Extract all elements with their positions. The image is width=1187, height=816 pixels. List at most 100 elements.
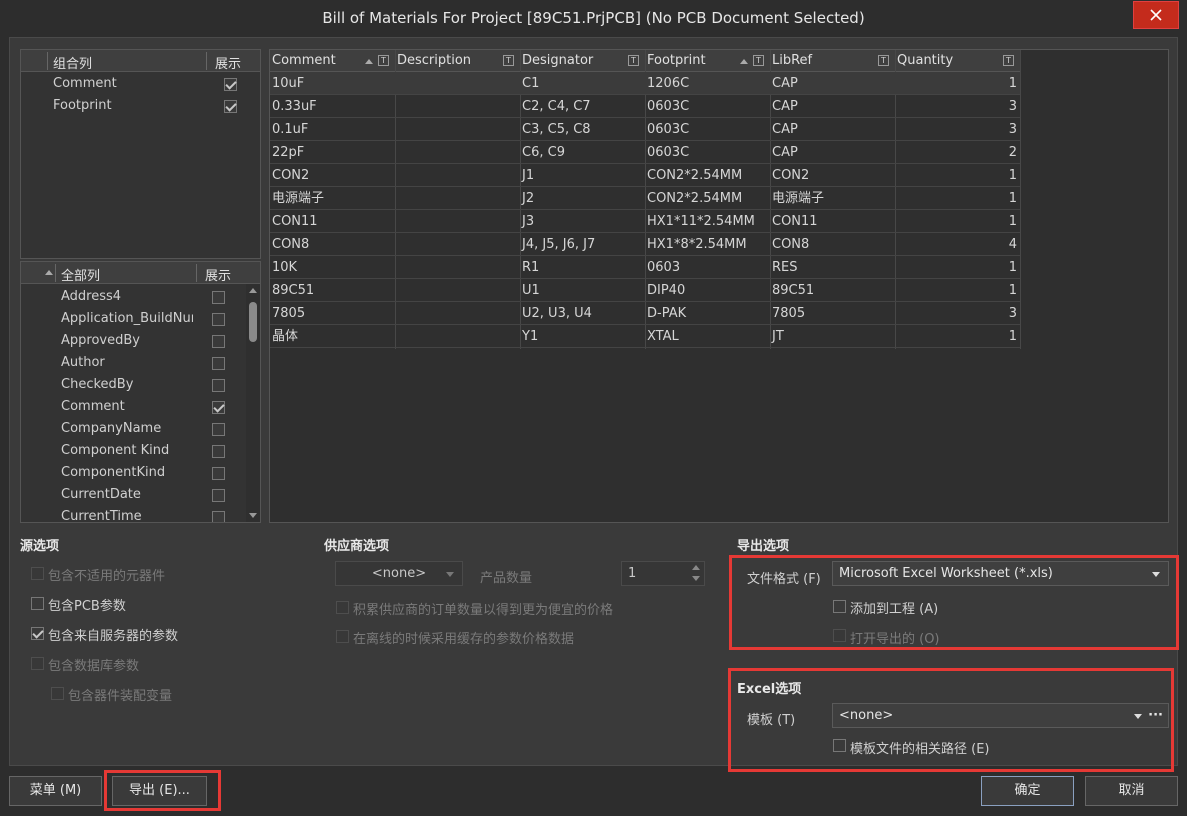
- cell-quantity: 1: [1008, 76, 1017, 91]
- include-variants-checkbox[interactable]: [51, 687, 64, 700]
- cancel-button[interactable]: 取消: [1085, 776, 1178, 806]
- all-item-label: Comment: [61, 399, 125, 414]
- table-row[interactable]: 10uF C1 1206C CAP 1: [270, 72, 1020, 95]
- table-row[interactable]: 22pF C6, C9 0603C CAP 2: [270, 141, 1020, 164]
- supplier-combo-value: <none>: [371, 566, 427, 581]
- cell-footprint: XTAL: [647, 329, 679, 344]
- cell-designator: J1: [522, 168, 535, 183]
- all-item-label: Application_BuildNum: [61, 311, 193, 326]
- all-item-checkbox[interactable]: [212, 401, 225, 414]
- table-row[interactable]: CON11 J3 HX1*11*2.54MM CON11 1: [270, 210, 1020, 233]
- spin-up-icon[interactable]: [692, 565, 700, 570]
- table-row[interactable]: CON2 J1 CON2*2.54MM CON2 1: [270, 164, 1020, 187]
- menu-button[interactable]: 菜单 (M): [9, 776, 102, 806]
- table-row[interactable]: 电源端子 J2 CON2*2.54MM 电源端子 1: [270, 187, 1020, 210]
- use-cached-prices-checkbox[interactable]: [336, 630, 349, 643]
- sort-asc-icon[interactable]: [365, 59, 373, 64]
- all-columns-header: 全部列 展示: [21, 262, 260, 284]
- col-header-description[interactable]: Description: [397, 53, 471, 68]
- cell-quantity: 1: [1008, 283, 1017, 298]
- include-server-params-label: 包含来自服务器的参数: [48, 629, 179, 644]
- group-item-checkbox[interactable]: [224, 78, 237, 91]
- table-row[interactable]: 7805 U2, U3, U4 D-PAK 7805 3: [270, 302, 1020, 325]
- accumulate-orders-checkbox[interactable]: [336, 601, 349, 614]
- col-header-footprint[interactable]: Footprint: [647, 53, 706, 68]
- group-col-show-header: 展示: [215, 57, 242, 72]
- cell-description: [395, 118, 520, 141]
- col-header-comment[interactable]: Comment: [272, 53, 336, 68]
- all-item-label: CheckedBy: [61, 377, 134, 392]
- all-columns-panel: 全部列 展示 Address4 Application_BuildNum App…: [20, 261, 261, 523]
- scroll-up-icon[interactable]: [249, 288, 257, 293]
- col-header-quantity[interactable]: Quantity: [897, 53, 953, 68]
- table-row[interactable]: 0.1uF C3, C5, C8 0603C CAP 3: [270, 118, 1020, 141]
- table-row[interactable]: 晶体 Y1 XTAL JT 1: [270, 325, 1020, 348]
- filter-icon[interactable]: T: [503, 55, 514, 66]
- all-item-checkbox[interactable]: [212, 291, 225, 304]
- all-columns-scrollbar[interactable]: [246, 284, 260, 522]
- cell-comment: 0.1uF: [272, 122, 309, 137]
- include-unfitted-checkbox[interactable]: [31, 567, 44, 580]
- cell-description: [395, 302, 520, 325]
- all-item-checkbox[interactable]: [212, 445, 225, 458]
- cell-libref: 89C51: [772, 283, 815, 298]
- all-item-checkbox[interactable]: [212, 511, 225, 522]
- cell-libref: RES: [772, 260, 798, 275]
- filter-icon[interactable]: T: [878, 55, 889, 66]
- table-row[interactable]: 89C51 U1 DIP40 89C51 1: [270, 279, 1020, 302]
- ok-button[interactable]: 确定: [981, 776, 1074, 806]
- cell-footprint: DIP40: [647, 283, 686, 298]
- group-columns-panel: 组合列 展示 Comment Footprint: [20, 49, 261, 259]
- cell-description: [395, 95, 520, 118]
- cell-description: [395, 72, 520, 95]
- table-row[interactable]: 0.33uF C2, C4, C7 0603C CAP 3: [270, 95, 1020, 118]
- product-qty-spinner[interactable]: 1: [621, 561, 705, 586]
- spin-down-icon[interactable]: [692, 576, 700, 581]
- all-item-checkbox[interactable]: [212, 335, 225, 348]
- cell-quantity: 4: [1008, 237, 1017, 252]
- cell-libref: JT: [772, 329, 784, 344]
- supplier-combo[interactable]: <none>: [335, 561, 463, 586]
- table-row[interactable]: 10K R1 0603 RES 1: [270, 256, 1020, 279]
- cell-footprint: 0603C: [647, 99, 690, 114]
- filter-icon[interactable]: T: [1003, 55, 1014, 66]
- cell-libref: CAP: [772, 122, 798, 137]
- cell-quantity: 1: [1008, 260, 1017, 275]
- include-db-params-label: 包含数据库参数: [48, 659, 140, 674]
- group-item-checkbox[interactable]: [224, 100, 237, 113]
- all-item-checkbox[interactable]: [212, 313, 225, 326]
- table-row[interactable]: CON8 J4, J5, J6, J7 HX1*8*2.54MM CON8 4: [270, 233, 1020, 256]
- scroll-thumb[interactable]: [249, 302, 257, 342]
- cell-libref: CAP: [772, 145, 798, 160]
- include-db-params-checkbox[interactable]: [31, 657, 44, 670]
- col-header-designator[interactable]: Designator: [522, 53, 593, 68]
- filter-icon[interactable]: T: [753, 55, 764, 66]
- close-button[interactable]: [1133, 1, 1179, 29]
- all-item-checkbox[interactable]: [212, 489, 225, 502]
- all-item-checkbox[interactable]: [212, 357, 225, 370]
- close-icon: [1150, 9, 1162, 21]
- scroll-down-icon[interactable]: [249, 513, 257, 518]
- cell-libref: 电源端子: [772, 191, 825, 206]
- sort-asc-icon[interactable]: [45, 270, 53, 275]
- cell-description: [395, 256, 520, 279]
- cell-description: [395, 187, 520, 210]
- all-item-checkbox[interactable]: [212, 379, 225, 392]
- cell-designator: J4, J5, J6, J7: [522, 237, 596, 252]
- include-server-params-checkbox[interactable]: [31, 627, 44, 640]
- sort-asc-icon[interactable]: [740, 59, 748, 64]
- col-header-libref[interactable]: LibRef: [772, 53, 812, 68]
- highlight-export-button: [104, 770, 221, 811]
- filter-icon[interactable]: T: [628, 55, 639, 66]
- cell-comment: 10uF: [272, 76, 305, 91]
- cell-comment: CON2: [272, 168, 310, 183]
- include-pcb-params-checkbox[interactable]: [31, 597, 44, 610]
- cell-quantity: 3: [1008, 99, 1017, 114]
- cell-footprint: 1206C: [647, 76, 690, 91]
- all-item-checkbox[interactable]: [212, 423, 225, 436]
- cell-footprint: 0603: [647, 260, 681, 275]
- all-col-name-header: 全部列: [61, 269, 101, 284]
- all-item-label: CurrentTime: [61, 509, 142, 523]
- all-item-checkbox[interactable]: [212, 467, 225, 480]
- filter-icon[interactable]: T: [378, 55, 389, 66]
